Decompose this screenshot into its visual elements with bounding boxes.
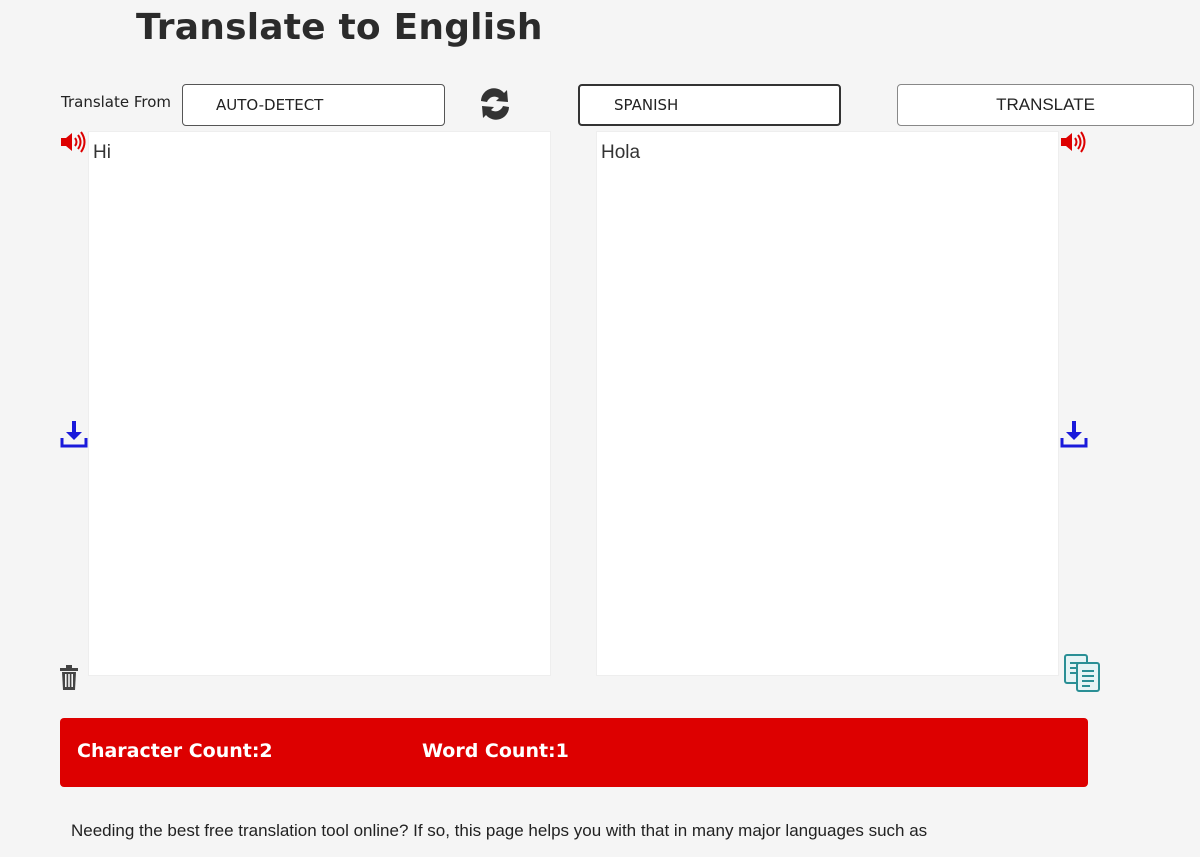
trash-icon bbox=[60, 665, 78, 690]
download-icon bbox=[1060, 421, 1088, 448]
target-language-value: SPANISH bbox=[614, 96, 679, 114]
source-speak-button[interactable] bbox=[59, 130, 89, 154]
source-language-select[interactable]: AUTO-DETECT bbox=[182, 84, 445, 126]
source-download-button[interactable] bbox=[60, 419, 88, 449]
translated-text-area[interactable]: Hola bbox=[596, 131, 1059, 676]
intro-paragraph: Needing the best free translation tool o… bbox=[71, 821, 928, 840]
source-language-value: AUTO-DETECT bbox=[216, 96, 324, 114]
target-download-button[interactable] bbox=[1060, 419, 1088, 449]
source-text-area[interactable]: Hi bbox=[88, 131, 551, 676]
character-count: Character Count:2 bbox=[77, 740, 273, 762]
clear-text-button[interactable] bbox=[59, 665, 79, 691]
speaker-icon bbox=[61, 131, 86, 153]
count-bar: Character Count:2 Word Count:1 bbox=[60, 718, 1088, 787]
copy-icon bbox=[1064, 654, 1100, 692]
swap-icon bbox=[481, 88, 509, 120]
copy-translation-button[interactable] bbox=[1063, 653, 1103, 693]
translate-button[interactable]: TRANSLATE bbox=[897, 84, 1194, 126]
speaker-icon bbox=[1061, 131, 1086, 153]
download-icon bbox=[60, 421, 88, 448]
word-count: Word Count:1 bbox=[422, 740, 569, 762]
page-title: Translate to English bbox=[136, 7, 543, 48]
target-language-select[interactable]: SPANISH bbox=[578, 84, 841, 126]
swap-languages-button[interactable] bbox=[478, 82, 512, 126]
target-speak-button[interactable] bbox=[1059, 130, 1089, 154]
translate-from-label: Translate From bbox=[61, 93, 172, 111]
